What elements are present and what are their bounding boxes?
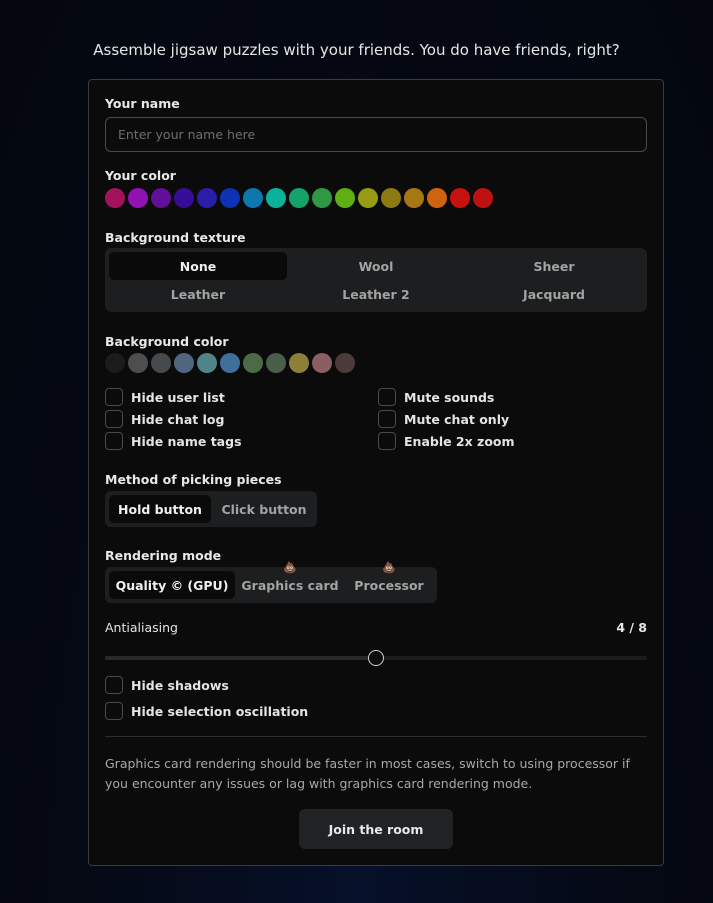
color-swatch-15[interactable] [450, 188, 470, 208]
color-swatch-5[interactable] [220, 188, 240, 208]
color-swatch-8[interactable] [289, 188, 309, 208]
click-button-option[interactable]: Click button [215, 495, 313, 523]
picking-method-selector: Hold button Click button [105, 491, 317, 527]
checkbox-box[interactable] [105, 410, 123, 428]
background-color-swatches [105, 353, 355, 373]
join-room-button[interactable]: Join the room [299, 809, 453, 849]
checkbox-box[interactable] [378, 410, 396, 428]
bg-color-swatch-7[interactable] [266, 353, 286, 373]
checkbox-box[interactable] [378, 388, 396, 406]
color-swatch-12[interactable] [381, 188, 401, 208]
bg-color-swatch-6[interactable] [243, 353, 263, 373]
bg-color-swatch-5[interactable] [220, 353, 240, 373]
color-swatch-9[interactable] [312, 188, 332, 208]
bg-color-swatch-2[interactable] [151, 353, 171, 373]
processor-option[interactable]: 💩 Processor [345, 562, 433, 599]
slider-thumb[interactable] [368, 650, 384, 666]
slider-fill [105, 656, 376, 660]
color-swatch-16[interactable] [473, 188, 493, 208]
texture-sheer[interactable]: Sheer [465, 252, 643, 280]
rendering-note: Graphics card rendering should be faster… [105, 756, 630, 791]
hide-chat-log-checkbox[interactable]: Hide chat log [105, 410, 224, 428]
color-swatch-13[interactable] [404, 188, 424, 208]
color-swatch-6[interactable] [243, 188, 263, 208]
hold-button-option[interactable]: Hold button [109, 495, 211, 523]
picking-method-label: Method of picking pieces [105, 472, 282, 487]
texture-leather-2[interactable]: Leather 2 [287, 280, 465, 308]
mute-chat-only-label: Mute chat only [404, 411, 510, 427]
mute-sounds-checkbox[interactable]: Mute sounds [378, 388, 494, 406]
antialiasing-value: 4 / 8 [616, 620, 647, 635]
background-texture-label: Background texture [105, 230, 246, 245]
bg-color-swatch-3[interactable] [174, 353, 194, 373]
your-name-label: Your name [105, 96, 180, 111]
antialiasing-label: Antialiasing [105, 620, 178, 635]
color-swatch-7[interactable] [266, 188, 286, 208]
texture-none[interactable]: None [109, 252, 287, 280]
hide-shadows-label: Hide shadows [131, 677, 229, 693]
hide-chat-log-label: Hide chat log [131, 411, 225, 427]
settings-panel: Your name Your color Background texture … [88, 79, 664, 866]
divider [105, 736, 647, 737]
color-swatch-10[interactable] [335, 188, 355, 208]
texture-jacquard[interactable]: Jacquard [465, 280, 643, 308]
color-swatch-4[interactable] [197, 188, 217, 208]
hide-user-list-checkbox[interactable]: Hide user list [105, 388, 225, 406]
hide-selection-oscillation-label: Hide selection oscillation [131, 703, 309, 719]
tagline: Assemble jigsaw puzzles with your friend… [93, 41, 620, 59]
warning-poop-icon: 💩 [382, 561, 396, 574]
checkbox-box[interactable] [105, 702, 123, 720]
texture-leather[interactable]: Leather [109, 280, 287, 308]
bg-color-swatch-9[interactable] [312, 353, 332, 373]
quality-gpu-option[interactable]: Quality © (GPU) [109, 571, 235, 599]
bg-color-swatch-1[interactable] [128, 353, 148, 373]
color-swatch-3[interactable] [174, 188, 194, 208]
mute-chat-only-checkbox[interactable]: Mute chat only [378, 410, 509, 428]
hide-user-list-label: Hide user list [131, 389, 225, 405]
bg-color-swatch-8[interactable] [289, 353, 309, 373]
bg-color-swatch-10[interactable] [335, 353, 355, 373]
hide-name-tags-label: Hide name tags [131, 433, 242, 449]
color-swatch-11[interactable] [358, 188, 378, 208]
hide-selection-oscillation-checkbox[interactable]: Hide selection oscillation [105, 702, 308, 720]
graphics-card-option[interactable]: 💩 Graphics card [239, 562, 341, 599]
checkbox-box[interactable] [105, 432, 123, 450]
color-swatch-1[interactable] [128, 188, 148, 208]
hide-shadows-checkbox[interactable]: Hide shadows [105, 676, 229, 694]
checkbox-box[interactable] [105, 388, 123, 406]
color-swatch-14[interactable] [427, 188, 447, 208]
enable-2x-zoom-checkbox[interactable]: Enable 2x zoom [378, 432, 515, 450]
processor-label: Processor [354, 577, 424, 593]
color-swatch-2[interactable] [151, 188, 171, 208]
background-texture-selector: None Wool Sheer Leather Leather 2 Jacqua… [105, 248, 647, 312]
color-swatch-0[interactable] [105, 188, 125, 208]
mute-sounds-label: Mute sounds [404, 389, 495, 405]
enable-2x-zoom-label: Enable 2x zoom [404, 433, 515, 449]
rendering-mode-label: Rendering mode [105, 548, 222, 563]
texture-wool[interactable]: Wool [287, 252, 465, 280]
antialiasing-slider[interactable] [105, 650, 647, 666]
checkbox-box[interactable] [105, 676, 123, 694]
background-color-label: Background color [105, 334, 229, 349]
name-input[interactable] [105, 117, 647, 152]
checkbox-box[interactable] [378, 432, 396, 450]
warning-poop-icon: 💩 [283, 561, 297, 574]
hide-name-tags-checkbox[interactable]: Hide name tags [105, 432, 242, 450]
your-color-label: Your color [105, 168, 176, 183]
rendering-mode-selector: Quality © (GPU) 💩 Graphics card 💩 Proces… [105, 562, 437, 603]
graphics-card-label: Graphics card [241, 577, 339, 593]
bg-color-swatch-4[interactable] [197, 353, 217, 373]
bg-color-swatch-0[interactable] [105, 353, 125, 373]
color-swatches [105, 188, 493, 208]
